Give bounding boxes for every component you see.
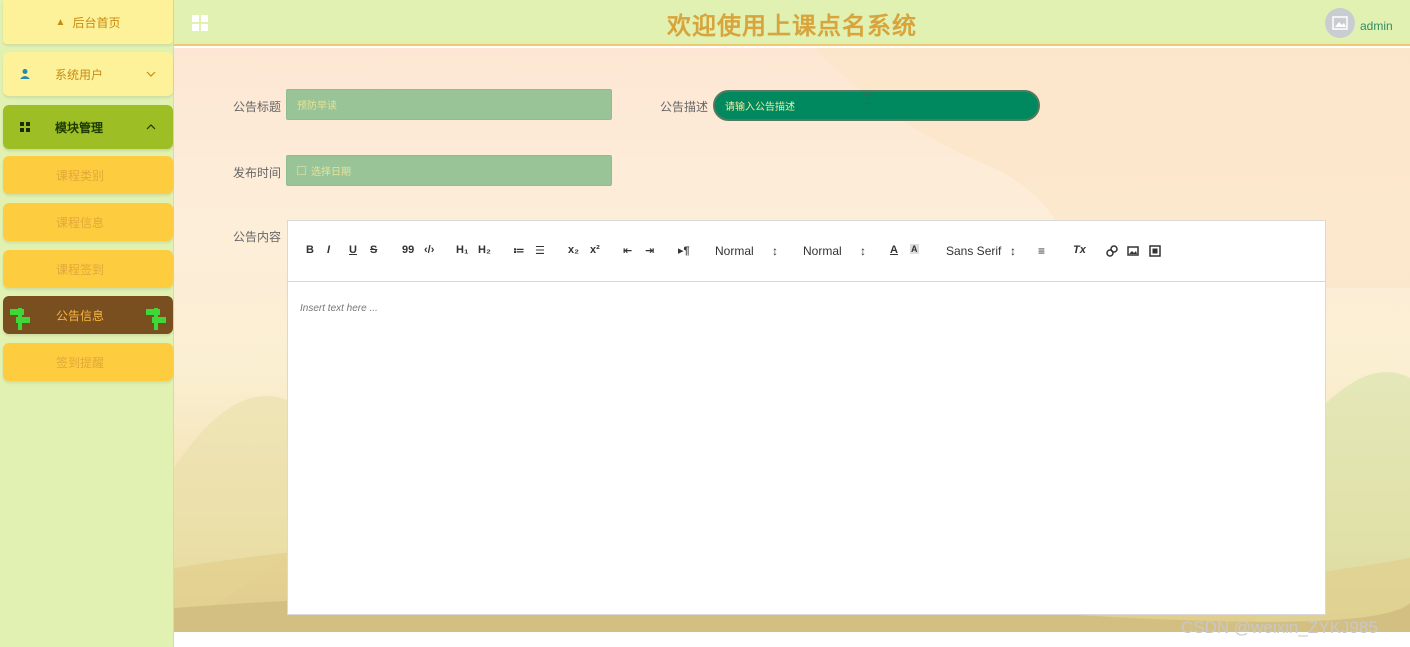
watermark: CSDN @weixin_ZYKJ985 [1181,618,1378,637]
text-cursor-icon: ⌶ [863,91,872,107]
sidebar: ▲ 后台首页 系统用户 模块管理 课程类别 课程信息 课程签到 公告信息 签到提… [0,0,174,647]
date-picker-placeholder: 选择日期 [311,167,351,178]
ordered-list-button[interactable]: ≔ [513,244,525,257]
sidebar-item-label: 课程信息 [56,215,105,230]
sidebar-item-announcement[interactable]: 公告信息 [3,296,173,334]
nav-modules-label: 模块管理 [55,120,104,135]
date-picker-input[interactable]: 选择日期 [286,155,612,186]
superscript-button[interactable]: x² [590,244,600,256]
grid-icon [20,122,30,132]
strike-button[interactable]: S [370,244,377,256]
video-icon[interactable] [1149,245,1161,257]
nav-module-management[interactable]: 模块管理 [3,105,173,149]
nav-users-label: 系统用户 [55,67,104,82]
chevron-up-icon [146,124,156,130]
desc-input-placeholder: 请输入公告描述 [725,102,795,113]
editor-placeholder: Insert text here ... [300,303,378,314]
outdent-button[interactable]: ⇤ [623,244,632,257]
sidebar-item-label: 签到提醒 [56,355,105,370]
user-icon [20,69,30,79]
chevron-down-icon [146,71,156,77]
header1-button[interactable]: H₁ [456,244,469,256]
italic-button[interactable]: I [327,244,330,256]
sidebar-item-label: 课程类别 [56,168,105,183]
home-icon: ▲ [55,16,66,28]
sidebar-item-course-info[interactable]: 课程信息 [3,203,173,241]
header: 欢迎使用上课点名系统 admin [174,0,1410,46]
username[interactable]: admin [1360,19,1393,33]
title-input-value: 预防早读 [297,101,337,112]
desc-input[interactable]: 请输入公告描述 [713,90,1040,121]
header2-button[interactable]: H₂ [478,244,491,256]
editor-toolbar: B I U S 99 ‹/› H₁ H₂ ≔ ☰ x₂ x² ⇤ ⇥ ▸¶ No… [288,221,1325,282]
main-content: 公告标题 预防早读 公告描述 请输入公告描述 ⌶ 发布时间 选择日期 公告内容 … [174,48,1410,632]
signpost-icon [146,308,166,330]
bullet-list-button[interactable]: ☰ [535,244,545,257]
image-icon[interactable] [1127,245,1139,257]
sidebar-item-label: 课程签到 [56,262,105,277]
page-title: 欢迎使用上课点名系统 [667,13,917,40]
nav-home[interactable]: ▲ 后台首页 [3,0,173,44]
rich-text-editor[interactable]: B I U S 99 ‹/› H₁ H₂ ≔ ☰ x₂ x² ⇤ ⇥ ▸¶ No… [287,220,1326,615]
nav-home-label: 后台首页 [72,15,121,30]
link-icon[interactable] [1106,245,1118,257]
sidebar-item-course-category[interactable]: 课程类别 [3,156,173,194]
content-label: 公告内容 [233,230,282,244]
title-label: 公告标题 [233,100,282,114]
subscript-button[interactable]: x₂ [568,244,579,256]
blockquote-button[interactable]: 99 [402,244,414,256]
calendar-icon [297,166,306,175]
avatar[interactable] [1325,8,1355,38]
desc-label: 公告描述 [660,100,709,114]
select-arrows-icon: ↕ [772,244,778,258]
clean-format-button[interactable]: Tx [1073,244,1086,256]
sidebar-item-course-signin[interactable]: 课程签到 [3,250,173,288]
nav-system-users[interactable]: 系统用户 [3,52,173,96]
font-select[interactable]: Sans Serif [946,244,1001,258]
text-direction-button[interactable]: ▸¶ [678,244,690,257]
underline-button[interactable]: U [349,244,357,256]
indent-button[interactable]: ⇥ [645,244,654,257]
select-arrows-icon: ↕ [1010,244,1016,258]
bold-button[interactable]: B [306,244,314,256]
size-select-1[interactable]: Normal [715,244,754,258]
code-button[interactable]: ‹/› [424,244,434,256]
font-color-icon[interactable]: A [890,244,898,256]
title-input[interactable]: 预防早读 [286,89,612,120]
image-icon [1332,16,1348,30]
size-select-2[interactable]: Normal [803,244,842,258]
align-icon[interactable]: ≡ [1038,244,1045,258]
sidebar-item-label: 公告信息 [56,308,105,323]
select-arrows-icon: ↕ [860,244,866,258]
sidebar-item-signin-reminder[interactable]: 签到提醒 [3,343,173,381]
time-label: 发布时间 [233,166,282,180]
signpost-icon [10,308,30,330]
background-color-icon[interactable]: A [910,244,919,254]
